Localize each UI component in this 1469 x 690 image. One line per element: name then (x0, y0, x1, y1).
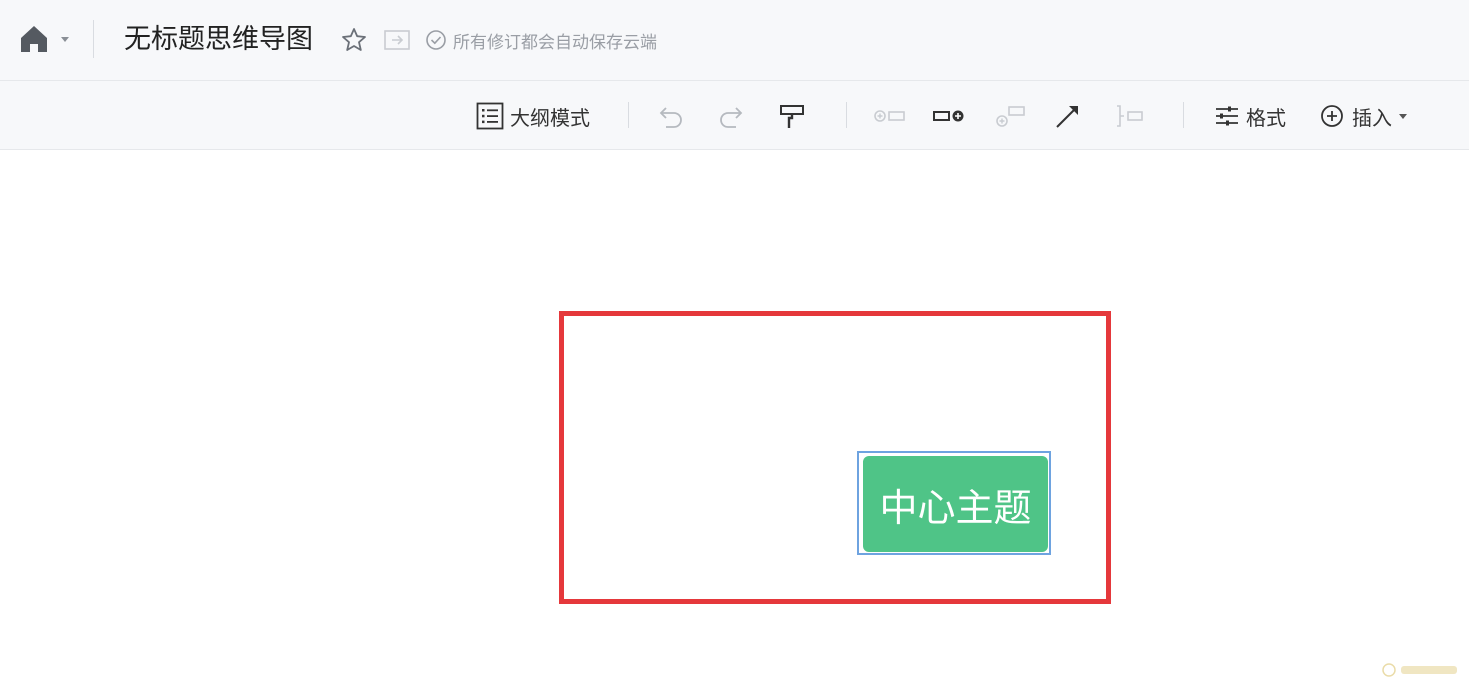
watermark (1381, 661, 1461, 682)
undo-icon (659, 107, 682, 128)
insert-parent-topic-button[interactable] (873, 97, 907, 135)
document-title[interactable]: 无标题思维导图 (124, 20, 313, 60)
outline-mode-label: 大纲模式 (510, 105, 590, 130)
undo-button[interactable] (657, 97, 685, 135)
format-button[interactable]: 格式 (1214, 97, 1286, 135)
insert-child-topic-button[interactable] (932, 97, 966, 135)
sibling-topic-icon (996, 106, 1025, 127)
relation-line-button[interactable] (1054, 97, 1082, 135)
redo-icon (720, 107, 743, 128)
save-status: 所有修订都会自动保存云端 (425, 28, 657, 53)
insert-sibling-topic-button[interactable] (993, 97, 1027, 135)
star-icon (342, 28, 366, 51)
home-icon (21, 26, 69, 52)
caret-down-icon (61, 37, 69, 42)
caret-down-icon (1399, 114, 1407, 119)
title-bar: 无标题思维导图 所有修订都会自动保存云端 (0, 0, 1469, 81)
root-topic-node[interactable]: 中心主题 (863, 456, 1048, 552)
move-icon (384, 30, 410, 50)
move-to-folder-button[interactable] (383, 27, 411, 53)
insert-button[interactable]: 插入 (1320, 97, 1410, 135)
toolbar-divider (628, 102, 629, 128)
check-circle-icon (426, 30, 446, 50)
divider (93, 20, 94, 58)
summary-button[interactable] (1114, 97, 1146, 135)
child-topic-icon (933, 110, 964, 122)
watermark-logo-icon (1382, 663, 1457, 677)
format-painter-button[interactable] (778, 97, 806, 135)
plus-circle-icon (1321, 105, 1343, 127)
sliders-icon (1216, 106, 1238, 126)
toolbar-divider (846, 102, 847, 128)
star-button[interactable] (340, 26, 368, 54)
outline-icon (476, 102, 504, 130)
redo-button[interactable] (717, 97, 745, 135)
save-status-text: 所有修订都会自动保存云端 (453, 32, 657, 53)
parent-topic-icon (874, 110, 905, 122)
outline-mode-button[interactable]: 大纲模式 (476, 97, 590, 135)
arrow-icon (1056, 106, 1078, 128)
format-painter-icon (780, 105, 804, 128)
home-button[interactable] (18, 22, 74, 58)
summary-icon (1117, 105, 1143, 127)
toolbar-divider (1183, 102, 1184, 128)
insert-label: 插入 (1352, 105, 1392, 130)
format-label: 格式 (1246, 105, 1286, 130)
